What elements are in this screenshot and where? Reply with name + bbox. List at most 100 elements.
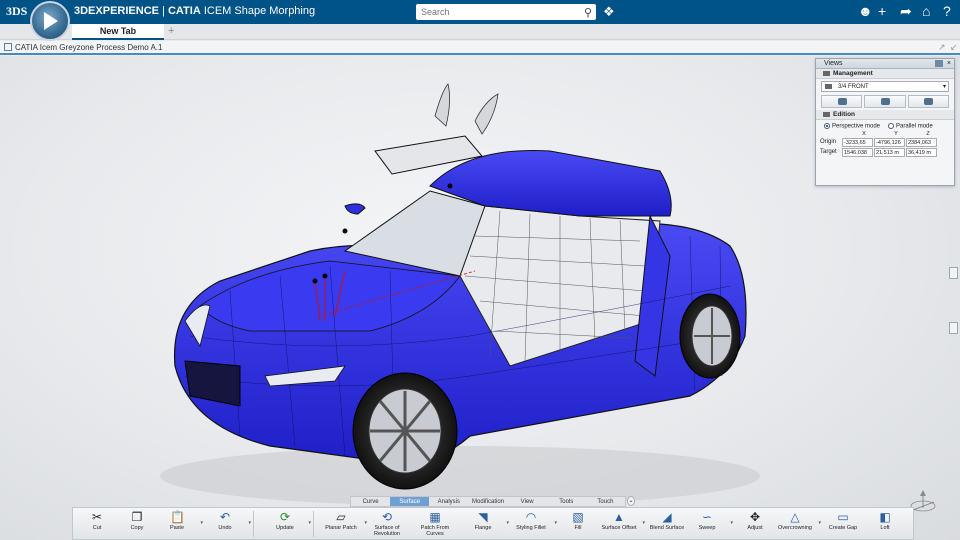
update-button[interactable]: ⟳ Update ▾ bbox=[263, 510, 311, 531]
add-view-button[interactable] bbox=[821, 95, 863, 108]
cut-label: Cut bbox=[92, 525, 102, 531]
cut-button[interactable]: ✂ Cut bbox=[75, 510, 119, 531]
fillet-icon: ◠ bbox=[525, 510, 537, 524]
pin-icon[interactable] bbox=[935, 60, 943, 67]
close-icon[interactable]: × bbox=[947, 59, 951, 69]
origin-row: Origin -3233,65 -4796,126 2384,063 bbox=[820, 137, 950, 147]
axis-z-label: Z bbox=[926, 130, 930, 137]
flange-icon: ◥ bbox=[478, 510, 488, 524]
add-tab-button[interactable]: + bbox=[168, 25, 174, 37]
axis-x-label: X bbox=[862, 130, 866, 137]
adjust-icon: ✥ bbox=[749, 510, 761, 524]
sweep-icon: ∽ bbox=[701, 510, 713, 524]
toolbar-divider bbox=[253, 511, 254, 537]
target-label: Target bbox=[820, 149, 837, 156]
document-title: CATIA Icem Greyzone Process Demo A.1 bbox=[15, 43, 163, 52]
dropdown-arrow-icon[interactable]: ▾ bbox=[248, 520, 251, 526]
camera-icon bbox=[825, 84, 832, 89]
target-z-field[interactable]: 36,419 m bbox=[906, 147, 937, 157]
app-title: 3DEXPERIENCE | CATIA ICEM Shape Morphing bbox=[74, 5, 315, 17]
undo-button[interactable]: ↶ Undo ▾ bbox=[203, 510, 251, 531]
title-separator: | bbox=[162, 5, 165, 17]
parallel-radio[interactable]: Parallel mode bbox=[888, 123, 933, 130]
chevron-down-icon[interactable]: ⌄ bbox=[627, 496, 635, 506]
sweep-label: Sweep bbox=[698, 525, 716, 531]
home-icon[interactable]: ⌂ bbox=[922, 3, 930, 19]
views-panel: Views × Management 3/4 FRONT ▾ Edition P… bbox=[815, 58, 955, 186]
view-buttons bbox=[821, 95, 949, 108]
compass-button[interactable] bbox=[30, 1, 70, 41]
views-panel-header[interactable]: Views × bbox=[816, 59, 954, 69]
management-section[interactable]: Management bbox=[816, 69, 954, 79]
planar-patch-button[interactable]: ▱ Planar Patch ▾ bbox=[319, 510, 367, 531]
tab-surface[interactable]: Surface bbox=[390, 497, 430, 506]
fill-button[interactable]: ▧ Fill bbox=[556, 510, 600, 531]
user-icon[interactable]: ☻ bbox=[858, 3, 873, 19]
target-y-field[interactable]: 21,513 m bbox=[874, 147, 905, 157]
update-view-button[interactable] bbox=[864, 95, 906, 108]
side-panel-handle[interactable] bbox=[949, 267, 958, 279]
sweep-button[interactable]: ∽ Sweep ▾ bbox=[685, 510, 733, 531]
overcrowning-label: Overcrowning bbox=[778, 525, 812, 531]
door-panel-right bbox=[474, 93, 499, 135]
undo-label: Undo bbox=[218, 525, 232, 531]
create-gap-button[interactable]: ▭ Create Gap bbox=[821, 510, 865, 531]
revolution-icon: ⟲ bbox=[381, 510, 393, 524]
maximize-icon[interactable]: ↗ bbox=[938, 41, 946, 54]
edition-section[interactable]: Edition bbox=[816, 110, 954, 120]
front-wheel-spokes bbox=[370, 391, 440, 471]
tab-new-tab[interactable]: New Tab bbox=[72, 24, 164, 40]
flange-button[interactable]: ◥ Flange ▾ bbox=[461, 510, 509, 531]
edition-body: Perspective mode Parallel mode X Y Z Ori… bbox=[816, 120, 954, 160]
update-icon: ⟳ bbox=[279, 510, 291, 524]
overcrowning-button[interactable]: △ Overcrowning ▾ bbox=[773, 510, 821, 531]
add-camera-icon bbox=[837, 98, 847, 105]
perspective-label: Perspective mode bbox=[832, 123, 881, 130]
undo-icon: ↶ bbox=[219, 510, 231, 524]
origin-z-field[interactable]: 2384,063 bbox=[906, 137, 937, 147]
create-gap-label: Create Gap bbox=[828, 525, 858, 531]
delete-view-button[interactable] bbox=[907, 95, 949, 108]
styling-fillet-button[interactable]: ◠ Styling Fillet ▾ bbox=[509, 510, 557, 531]
tag-icon[interactable]: ❖ bbox=[603, 4, 615, 20]
car-model[interactable] bbox=[130, 76, 770, 516]
view-select[interactable]: 3/4 FRONT ▾ bbox=[821, 81, 949, 92]
loft-label: Loft bbox=[880, 525, 890, 531]
surface-of-revolution-button[interactable]: ⟲ Surface of Revolution bbox=[365, 510, 409, 537]
edition-label: Edition bbox=[833, 111, 856, 118]
radio-icon bbox=[888, 123, 895, 129]
loft-button[interactable]: ◧ Loft bbox=[863, 510, 907, 531]
copy-button[interactable]: ❐ Copy bbox=[115, 510, 159, 531]
perspective-radio[interactable]: Perspective mode bbox=[824, 123, 880, 130]
blend-surface-button[interactable]: ◢ Blend Surface bbox=[645, 510, 689, 531]
management-label: Management bbox=[833, 70, 873, 77]
patch-from-curves-button[interactable]: ▦ Patch From Curves bbox=[413, 510, 457, 537]
surface-offset-button[interactable]: ▲ Surface Offset ▾ bbox=[597, 510, 645, 531]
tab-curve[interactable]: Curve bbox=[351, 497, 390, 506]
adjust-button[interactable]: ✥ Adjust bbox=[733, 510, 777, 531]
tab-view[interactable]: View bbox=[508, 497, 547, 506]
tab-touch[interactable]: Touch bbox=[586, 497, 625, 506]
origin-y-field[interactable]: -4796,126 bbox=[874, 137, 905, 147]
scissors-icon: ✂ bbox=[91, 510, 103, 524]
add-icon[interactable]: + bbox=[878, 3, 886, 19]
tab-tools[interactable]: Tools bbox=[547, 497, 586, 506]
search-box[interactable]: ⚲ bbox=[416, 4, 596, 20]
origin-x-field[interactable]: -3233,65 bbox=[842, 137, 873, 147]
restore-icon[interactable]: ↙ bbox=[950, 41, 958, 54]
selected-view: 3/4 FRONT bbox=[838, 84, 869, 90]
side-panel-handle-2[interactable] bbox=[949, 322, 958, 334]
tab-modification[interactable]: Modification bbox=[468, 497, 507, 506]
planar-patch-label: Planar Patch bbox=[325, 525, 357, 531]
search-icon[interactable]: ⚲ bbox=[584, 6, 592, 19]
help-icon[interactable]: ? bbox=[943, 3, 951, 19]
tab-analysis[interactable]: Analysis bbox=[429, 497, 468, 506]
dropdown-arrow-icon[interactable]: ▾ bbox=[308, 520, 311, 526]
loft-icon: ◧ bbox=[879, 510, 891, 524]
blend-surface-label: Blend Surface bbox=[649, 525, 685, 531]
share-icon[interactable]: ➦ bbox=[900, 3, 912, 20]
paste-button[interactable]: 📋 Paste ▾ bbox=[155, 510, 203, 531]
target-x-field[interactable]: 1546,038 bbox=[842, 147, 873, 157]
patch-from-curves-label: Patch From Curves bbox=[420, 525, 450, 537]
search-input[interactable] bbox=[416, 4, 576, 20]
